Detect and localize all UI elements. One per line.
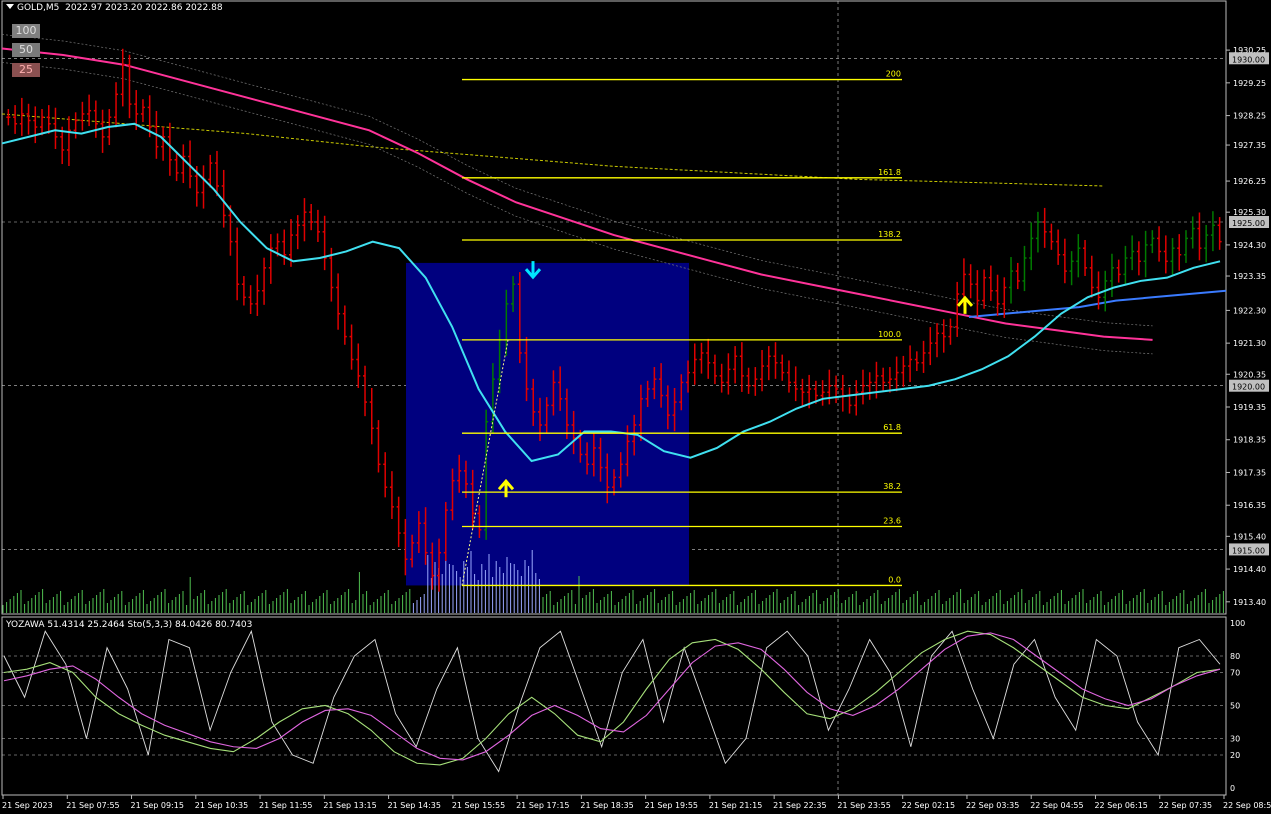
oscillator-frame	[1, 616, 1227, 796]
oscillator-axis-label: 70	[1230, 669, 1240, 678]
time-axis-label: 21 Sep 14:35	[388, 801, 441, 810]
time-axis-label: 22 Sep 02:15	[902, 801, 955, 810]
price-axis-label: 1928.25	[1233, 112, 1266, 121]
time-axis-label: 21 Sep 07:55	[66, 801, 119, 810]
oscillator-axis-label: 30	[1230, 735, 1240, 744]
time-axis-label: 21 Sep 13:15	[323, 801, 376, 810]
indicator-header: YOZAWA 51.4314 25.2464 Sto(5,3,3) 84.042…	[6, 620, 253, 630]
price-level-label: 1920.00	[1232, 383, 1265, 392]
oscillator-axis-label: 100	[1230, 619, 1245, 628]
fib-level-label: 0.0	[888, 575, 901, 584]
price-axis-label: 1922.30	[1233, 306, 1266, 315]
time-axis-label: 22 Sep 07:35	[1159, 801, 1212, 810]
price-axis-label: 1915.40	[1233, 532, 1266, 541]
price-chart-canvas[interactable]: 200161.8138.2100.061.838.223.60.01930.25…	[0, 0, 1271, 814]
oscillator-series-line	[3, 630, 1221, 766]
price-level-label: 1915.00	[1232, 546, 1265, 555]
price-axis-label: 1925.30	[1233, 208, 1266, 217]
fib-level-label: 23.6	[883, 517, 901, 526]
oscillator-axis-label: 50	[1230, 702, 1240, 711]
price-axis-label: 1924.30	[1233, 241, 1266, 250]
ohlc-values: 2022.97 2023.20 2022.86 2022.88	[65, 3, 223, 13]
analysis-rectangle	[406, 262, 689, 586]
price-level-label: 1930.00	[1232, 55, 1265, 64]
fib-level-label: 138.2	[878, 230, 901, 239]
price-axis-label: 1916.35	[1233, 501, 1266, 510]
symbol-header: GOLD,M5 2022.97 2023.20 2022.86 2022.88	[6, 3, 223, 13]
oscillator-axis-label: 20	[1230, 751, 1240, 760]
buy-arrow-icon	[956, 295, 974, 314]
symbol-label: GOLD,M5	[17, 3, 60, 13]
price-axis-label: 1923.35	[1233, 272, 1266, 281]
fib-level-label: 200	[886, 70, 901, 79]
price-axis-label: 1926.25	[1233, 177, 1266, 186]
time-axis-label: 21 Sep 2023	[2, 801, 53, 810]
fib-level-label: 100.0	[878, 330, 901, 339]
period-button-100[interactable]: 100	[12, 24, 40, 38]
price-axis-label: 1913.40	[1233, 598, 1266, 607]
price-axis-label: 1921.30	[1233, 339, 1266, 348]
time-axis-label: 21 Sep 21:15	[709, 801, 762, 810]
price-axis-label: 1929.25	[1233, 79, 1266, 88]
time-axis-label: 22 Sep 04:55	[1030, 801, 1083, 810]
time-axis-label: 21 Sep 10:35	[195, 801, 248, 810]
price-axis-label: 1927.35	[1233, 141, 1266, 150]
fib-level-label: 38.2	[883, 482, 901, 491]
oscillator-axis-label: 80	[1230, 652, 1240, 661]
oscillator-series-line	[3, 632, 1221, 761]
time-axis-label: 22 Sep 08:55	[1223, 801, 1271, 810]
time-axis-label: 21 Sep 18:35	[580, 801, 633, 810]
price-axis-label: 1918.35	[1233, 436, 1266, 445]
price-axis-label: 1920.35	[1233, 370, 1266, 379]
dropdown-triangle-icon[interactable]	[6, 4, 14, 9]
price-axis-label: 1917.35	[1233, 468, 1266, 477]
ma-yellow-line	[1, 113, 1104, 187]
time-axis-label: 21 Sep 19:55	[645, 801, 698, 810]
fib-level-label: 161.8	[878, 168, 901, 177]
time-axis-label: 22 Sep 06:15	[1094, 801, 1147, 810]
oscillator-series-line	[3, 629, 1221, 773]
price-axis-label: 1914.40	[1233, 565, 1266, 574]
time-axis-label: 21 Sep 15:55	[452, 801, 505, 810]
price-level-label: 1925.00	[1232, 219, 1265, 228]
fib-level-label: 61.8	[883, 423, 901, 432]
oscillator-axis-label: 0	[1230, 784, 1235, 793]
period-button-25[interactable]: 25	[12, 63, 40, 77]
time-axis-label: 21 Sep 23:55	[837, 801, 890, 810]
price-axis-label: 1919.35	[1233, 403, 1266, 412]
time-axis-label: 22 Sep 03:35	[966, 801, 1019, 810]
time-axis-label: 21 Sep 11:55	[259, 801, 312, 810]
time-axis-label: 21 Sep 22:35	[773, 801, 826, 810]
time-axis-label: 21 Sep 09:15	[131, 801, 184, 810]
time-axis-label: 21 Sep 17:15	[516, 801, 569, 810]
period-button-50[interactable]: 50	[12, 43, 40, 57]
